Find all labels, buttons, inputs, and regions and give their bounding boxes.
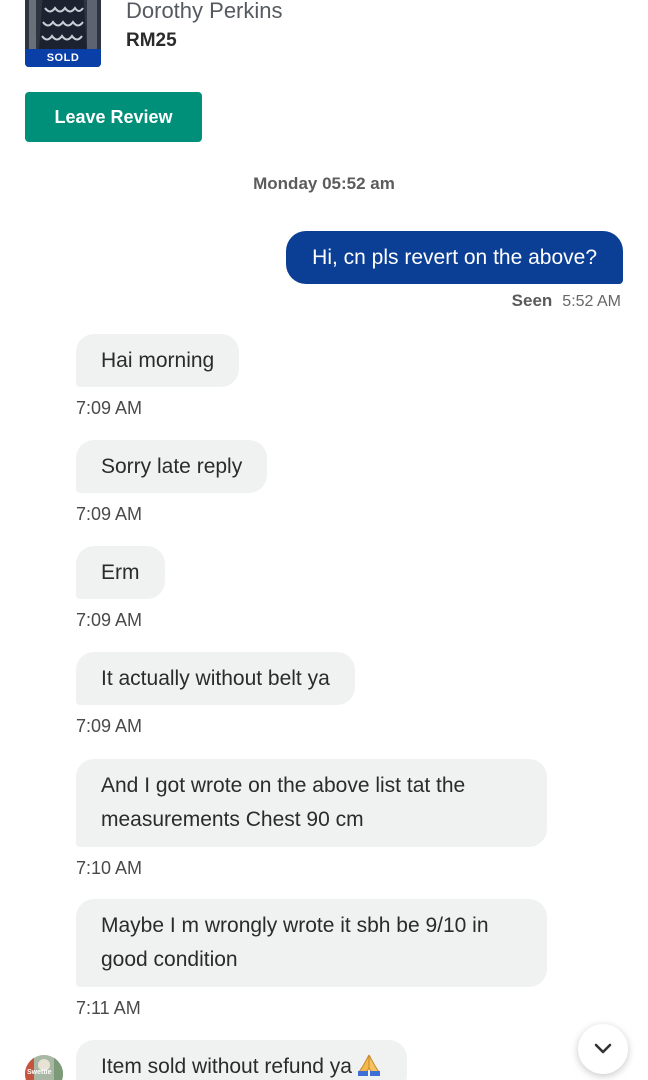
leave-review-button[interactable]: Leave Review bbox=[25, 92, 202, 142]
outgoing-message-meta: Seen 5:52 AM bbox=[512, 291, 621, 311]
outgoing-message-bubble[interactable]: Hi, cn pls revert on the above? bbox=[286, 231, 623, 284]
product-price: RM25 bbox=[126, 30, 177, 51]
sender-avatar[interactable]: Swettie bbox=[25, 1055, 63, 1080]
message-time: 7:09 AM bbox=[76, 398, 143, 418]
incoming-message-bubble[interactable]: And I got wrote on the above list tat th… bbox=[76, 759, 547, 847]
message-text: Item sold without refund ya bbox=[101, 1055, 352, 1078]
scroll-to-bottom-button[interactable] bbox=[578, 1024, 628, 1074]
incoming-message: Item sold without refund ya bbox=[76, 1040, 407, 1080]
incoming-message: And I got wrote on the above list tat th… bbox=[76, 759, 547, 879]
incoming-message: Hai morning 7:09 AM bbox=[76, 334, 240, 419]
product-card[interactable]: SOLD Dorothy Perkins RM25 bbox=[25, 0, 625, 68]
message-time: 7:09 AM bbox=[76, 716, 143, 736]
incoming-message-bubble[interactable]: Sorry late reply bbox=[76, 440, 268, 493]
product-thumbnail[interactable]: SOLD bbox=[25, 0, 101, 67]
product-title[interactable]: Dorothy Perkins bbox=[126, 0, 283, 24]
sold-badge: SOLD bbox=[25, 49, 101, 67]
incoming-message-bubble[interactable]: Maybe I m wrongly wrote it sbh be 9/10 i… bbox=[76, 899, 547, 987]
chevron-down-icon bbox=[594, 1043, 612, 1054]
folded-hands-icon bbox=[356, 1043, 382, 1080]
seen-status: Seen bbox=[511, 291, 553, 310]
incoming-message-bubble[interactable]: It actually without belt ya bbox=[76, 652, 355, 705]
message-time: 7:11 AM bbox=[76, 998, 141, 1018]
message-time: 7:09 AM bbox=[76, 610, 143, 630]
incoming-message: Sorry late reply 7:09 AM bbox=[76, 440, 268, 525]
message-time: 5:52 AM bbox=[562, 293, 621, 310]
incoming-message-bubble[interactable]: Item sold without refund ya bbox=[76, 1040, 407, 1080]
chat-screen: SOLD Dorothy Perkins RM25 Leave Review M… bbox=[0, 0, 648, 1080]
incoming-message-bubble[interactable]: Hai morning bbox=[76, 334, 240, 387]
day-divider: Monday 05:52 am bbox=[253, 174, 395, 193]
incoming-message: It actually without belt ya 7:09 AM bbox=[76, 652, 355, 737]
incoming-message: Erm 7:09 AM bbox=[76, 546, 165, 631]
incoming-message-bubble[interactable]: Erm bbox=[76, 546, 165, 599]
avatar-image bbox=[25, 1055, 63, 1080]
incoming-message: Maybe I m wrongly wrote it sbh be 9/10 i… bbox=[76, 899, 547, 1019]
message-time: 7:10 AM bbox=[76, 858, 143, 878]
message-time: 7:09 AM bbox=[76, 504, 143, 524]
avatar-label: Swettie bbox=[27, 1069, 52, 1076]
